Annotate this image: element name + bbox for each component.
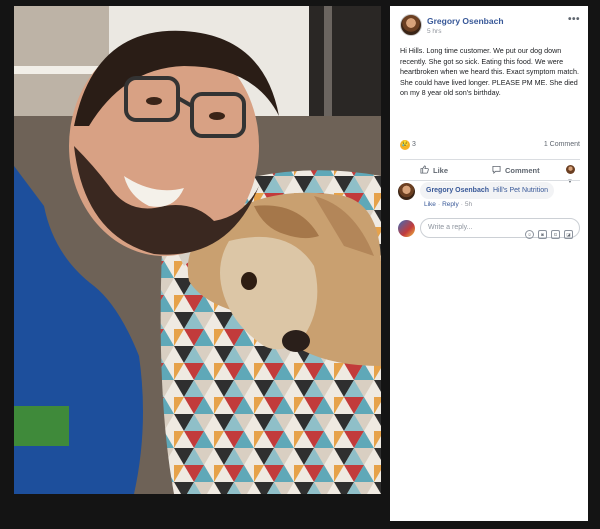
divider	[400, 180, 580, 181]
comment-reply-link[interactable]: Reply	[442, 201, 459, 208]
comment-bubble-icon	[492, 165, 501, 174]
post-actions: Like Comment ▼	[400, 163, 580, 185]
comment-actions: Like · Reply · 5h	[424, 201, 472, 208]
comment-count[interactable]: 1 Comment	[544, 141, 580, 148]
gif-icon[interactable]: G	[551, 230, 560, 239]
comment-like-link[interactable]: Like	[424, 201, 436, 208]
photo-viewer: Gregory Osenbach 5 hrs ••• Hi Hills. Lon…	[0, 0, 600, 529]
selfie-with-dog-image	[14, 6, 381, 494]
comment-timestamp[interactable]: 5h	[465, 201, 472, 208]
reaction-count[interactable]: 3	[412, 141, 416, 148]
reply-composer: Write a reply... ☺ ◙ G ◪	[398, 218, 580, 239]
thumbs-up-icon	[420, 165, 429, 174]
reaction-summary[interactable]: 😢 3 1 Comment	[400, 140, 580, 152]
emoji-icon[interactable]: ☺	[525, 230, 534, 239]
author-name[interactable]: Gregory Osenbach	[427, 16, 504, 26]
current-user-avatar	[398, 220, 415, 237]
sad-reaction-icon: 😢	[400, 140, 410, 150]
camera-icon[interactable]: ◙	[538, 230, 547, 239]
post-photo[interactable]	[14, 6, 381, 494]
more-options-icon[interactable]: •••	[568, 14, 580, 25]
post-body: Hi Hills. Long time customer. We put our…	[400, 46, 579, 98]
divider	[400, 159, 580, 160]
separator: ·	[437, 201, 441, 208]
comment-label: Comment	[505, 166, 540, 175]
author-avatar[interactable]	[400, 14, 422, 36]
comment: Gregory Osenbach Hill's Pet Nutrition Li…	[398, 182, 580, 214]
sticker-icon[interactable]: ◪	[564, 230, 573, 239]
post-header: Gregory Osenbach 5 hrs •••	[400, 14, 580, 40]
reply-placeholder: Write a reply...	[428, 224, 473, 231]
reply-input[interactable]: Write a reply... ☺ ◙ G ◪	[420, 218, 580, 239]
separator: ·	[460, 201, 463, 208]
like-label: Like	[433, 166, 449, 175]
comment-bubble: Gregory Osenbach Hill's Pet Nutrition	[420, 182, 555, 199]
like-button[interactable]: Like	[420, 165, 448, 175]
comment-button[interactable]: Comment	[492, 165, 540, 175]
mention-link[interactable]: Hill's Pet Nutrition	[493, 187, 548, 194]
post-timestamp[interactable]: 5 hrs	[427, 28, 441, 35]
commenter-avatar[interactable]	[398, 183, 415, 200]
commenter-name[interactable]: Gregory Osenbach	[426, 187, 489, 194]
user-avatar-icon	[566, 165, 575, 174]
reply-tools: ☺ ◙ G ◪	[521, 223, 573, 239]
post-sidebar: Gregory Osenbach 5 hrs ••• Hi Hills. Lon…	[390, 6, 588, 521]
